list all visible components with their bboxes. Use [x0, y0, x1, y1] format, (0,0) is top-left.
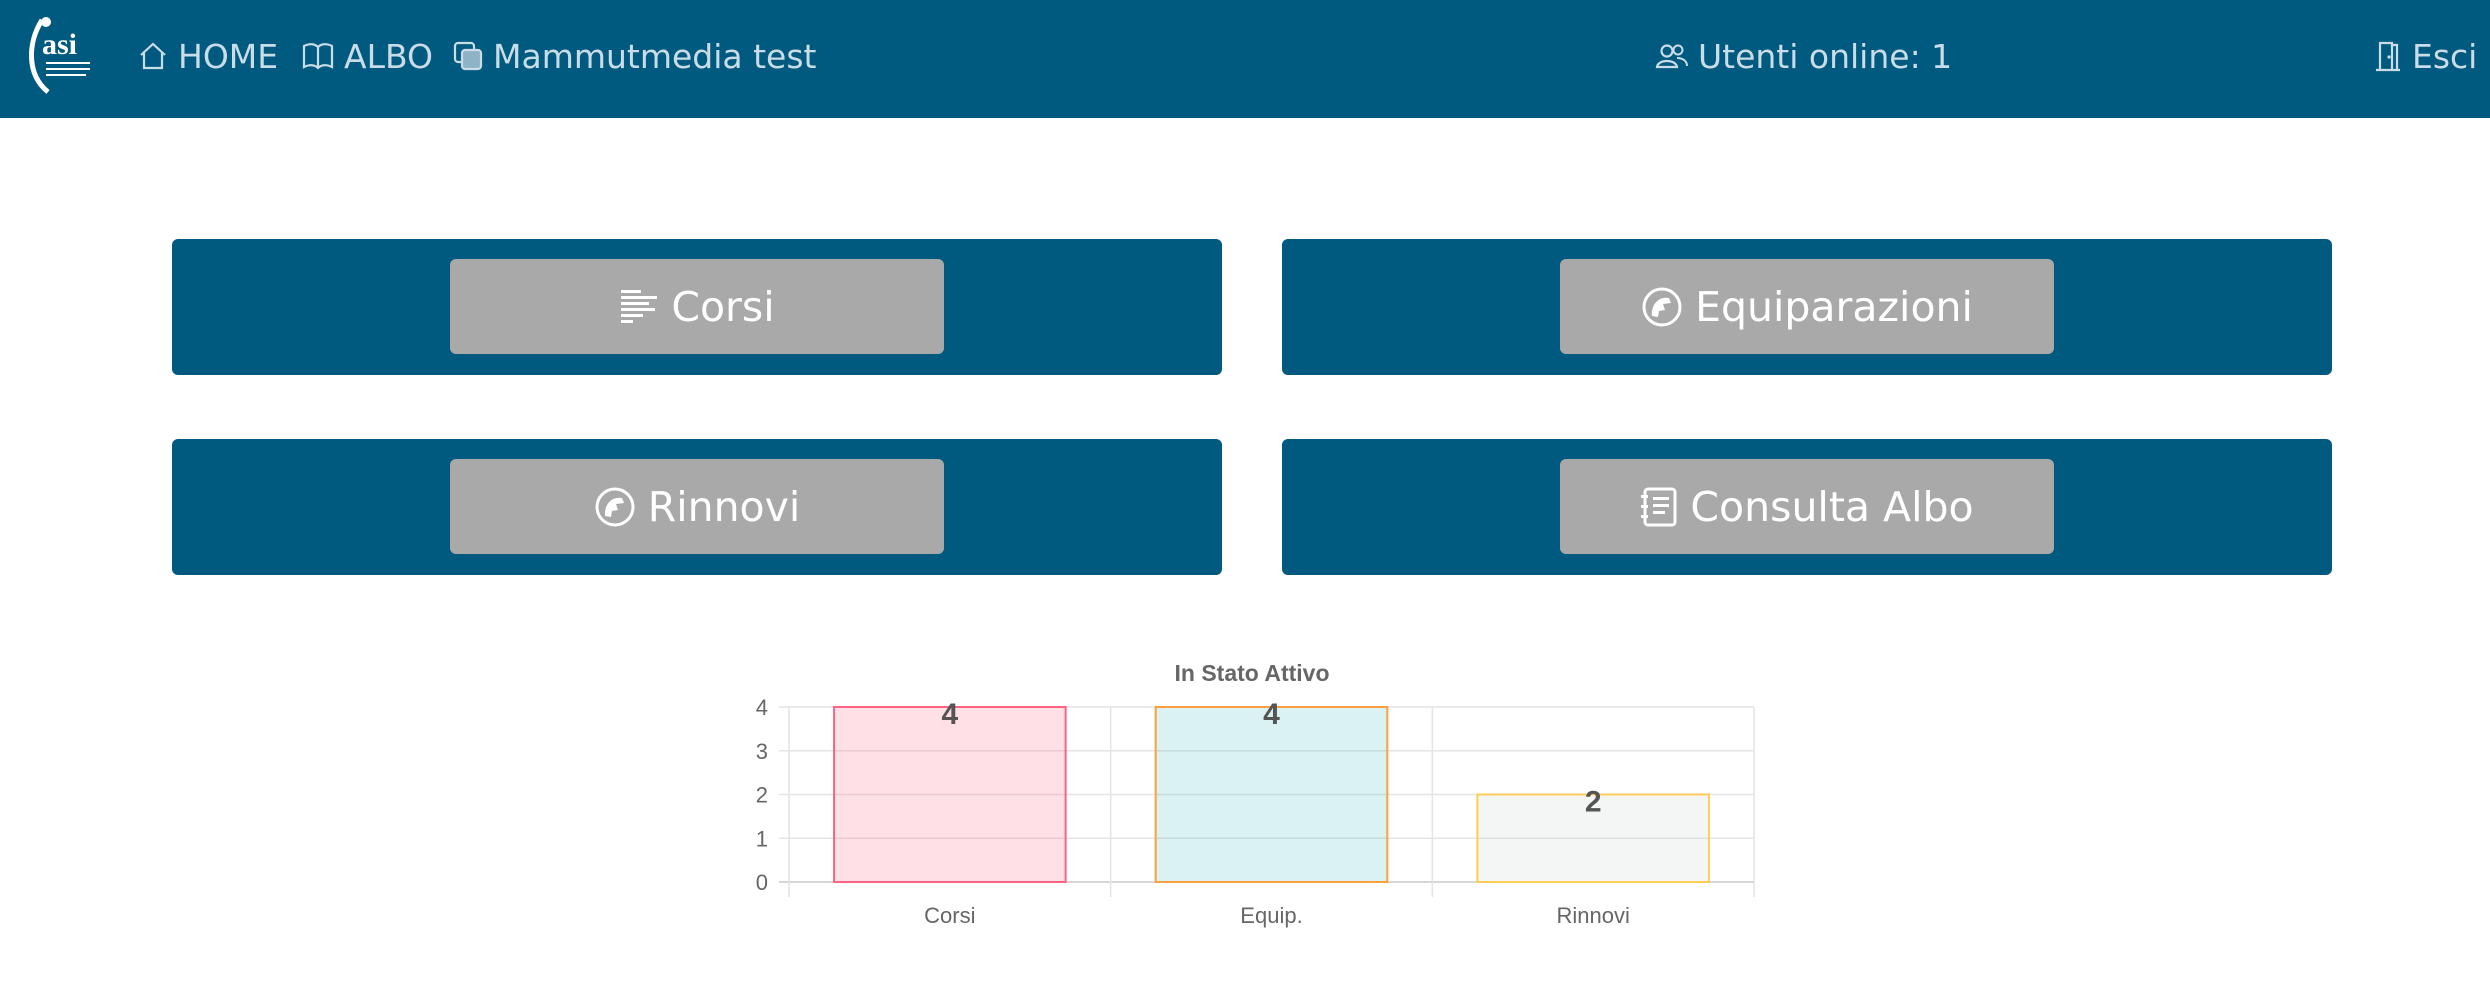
equiparazioni-button[interactable]: Equiparazioni — [1560, 259, 2054, 354]
helmet-icon — [1642, 287, 1682, 326]
logout-label: Esci — [2412, 36, 2478, 76]
rinnovi-button[interactable]: Rinnovi — [450, 459, 944, 554]
card-equiparazioni: Equiparazioni — [1282, 239, 2332, 375]
data-label: 4 — [1263, 698, 1280, 731]
card-consulta-albo: Consulta Albo — [1282, 439, 2332, 575]
nav-home-link[interactable]: HOME — [137, 32, 278, 80]
y-tick-label: 3 — [756, 739, 768, 764]
top-navbar: asi HOME ALBO Mammutmedia test Utenti on… — [0, 0, 2490, 118]
asi-logo[interactable]: asi — [22, 12, 94, 96]
nav-mammutmedia-link[interactable]: Mammutmedia test — [452, 32, 817, 80]
layers-icon — [453, 41, 483, 71]
bar-corsi — [833, 706, 1067, 883]
nav-albo-link[interactable]: ALBO — [301, 32, 433, 80]
data-label: 2 — [1585, 785, 1602, 818]
home-icon — [140, 42, 166, 70]
bar-chart: In Stato Attivo 0 1 2 3 4 4 Corsi 4 Equip. 2 Rinno… — [756, 660, 1755, 928]
bar-equip — [1154, 706, 1389, 883]
nav-albo-label: ALBO — [344, 36, 433, 76]
door-icon — [2376, 41, 2400, 72]
users-online-indicator: Utenti online: 1 — [1655, 32, 1952, 80]
book-icon — [302, 43, 334, 70]
corsi-label: Corsi — [671, 282, 775, 331]
y-tick-label: 4 — [756, 695, 768, 720]
users-icon — [1655, 44, 1688, 69]
notebook-icon — [1641, 487, 1677, 526]
x-tick-label: Corsi — [924, 903, 975, 928]
x-tick-label: Rinnovi — [1556, 903, 1629, 928]
rinnovi-label: Rinnovi — [647, 482, 801, 531]
data-label: 4 — [941, 698, 958, 731]
y-tick-label: 2 — [756, 783, 768, 808]
card-rinnovi: Rinnovi — [172, 439, 1222, 575]
card-corsi: Corsi — [172, 239, 1222, 375]
users-online-text: Utenti online: 1 — [1698, 36, 1953, 76]
helmet-icon — [595, 487, 635, 526]
nav-mammutmedia-label: Mammutmedia test — [493, 36, 817, 76]
chart-title: In Stato Attivo — [1174, 660, 1329, 686]
equiparazioni-label: Equiparazioni — [1695, 282, 1973, 331]
logo-text: asi — [42, 28, 77, 61]
consulta-albo-label: Consulta Albo — [1690, 482, 1974, 531]
y-tick-label: 0 — [756, 870, 768, 895]
y-tick-label: 1 — [756, 826, 768, 851]
corsi-button[interactable]: Corsi — [450, 259, 944, 354]
chart-bars — [833, 706, 1710, 883]
list-lines-icon — [621, 289, 658, 323]
consulta-albo-button[interactable]: Consulta Albo — [1560, 459, 2054, 554]
nav-home-label: HOME — [178, 36, 279, 76]
logout-link[interactable]: Esci — [2373, 32, 2477, 80]
x-tick-label: Equip. — [1240, 903, 1302, 928]
